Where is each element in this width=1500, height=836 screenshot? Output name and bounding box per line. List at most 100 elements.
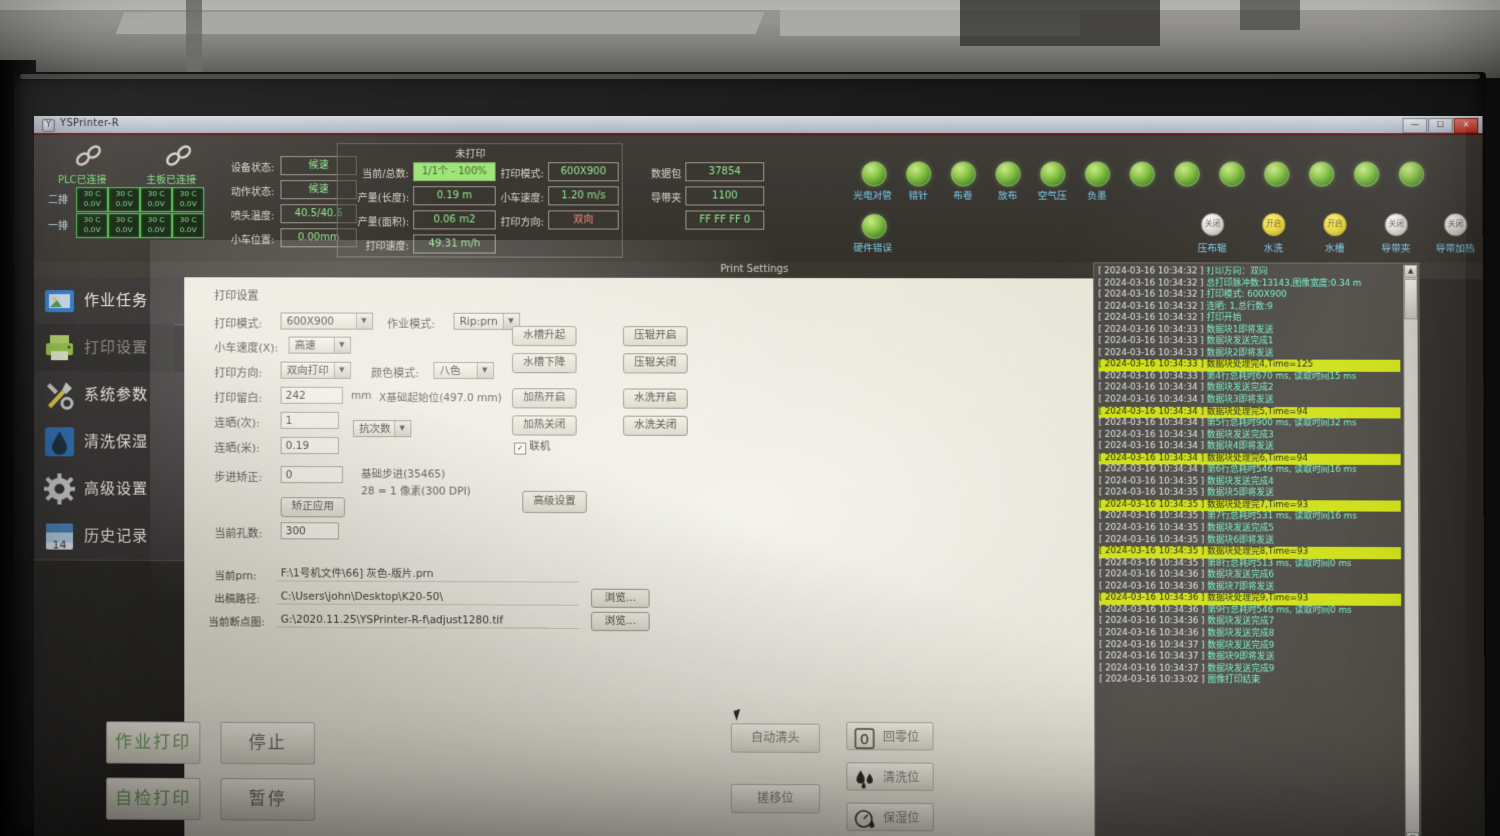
log-message: 数据块9即将发送 — [1207, 651, 1275, 663]
print-direction-select[interactable]: 双向打印 ▼ — [280, 361, 351, 379]
color-mode-select[interactable]: 八色 ▼ — [433, 361, 494, 380]
toggle-water-tank[interactable]: 开启 — [1323, 213, 1347, 237]
margin-note: X基础起始位(497.0 mm) — [379, 391, 502, 405]
log-timestamp: [ 2024-03-16 10:34:34 ] — [1098, 406, 1207, 417]
log-line: [ 2024-03-16 10:34:35 ] 数据块发送完成5 — [1099, 523, 1401, 536]
clean-position-button[interactable]: 清洗位 — [846, 762, 934, 791]
action-status-label: 动作状态: — [230, 187, 275, 199]
step-correction-input[interactable]: 0 — [280, 465, 343, 484]
browse-breakpoint-button[interactable]: 浏览... — [591, 611, 650, 632]
lamp-label-air-pressure: 空气压 — [1037, 190, 1067, 202]
temp-cell[interactable]: 30 C 0.0V — [76, 187, 109, 213]
log-panel[interactable]: [ 2024-03-16 10:34:32 ] 打印方向：双向[ 2024-03… — [1093, 262, 1422, 836]
pause-button[interactable]: 暂停 — [220, 778, 315, 821]
lamp-label-cloth-roll: 布卷 — [953, 190, 973, 202]
chevron-down-icon[interactable]: ▼ — [333, 337, 349, 353]
water-tank-down-button[interactable]: 水槽下降 — [511, 353, 577, 374]
lamp-air-pressure — [1039, 161, 1066, 187]
sidebar-item-advanced[interactable]: 高级设置 — [33, 465, 185, 514]
browse-output-button[interactable]: 浏览... — [590, 588, 650, 609]
log-line: [ 2024-03-16 10:34:34 ] 数据块4即将发送 — [1099, 441, 1401, 453]
maximize-button[interactable]: ☐ — [1428, 118, 1453, 134]
log-message: 数据块5即将发送 — [1206, 488, 1274, 499]
temp-cell[interactable]: 30 C 0.0V — [140, 213, 173, 239]
heating-on-button[interactable]: 加热开启 — [512, 388, 577, 409]
print-mode-select[interactable]: 600X900 ▼ — [280, 312, 374, 330]
press-roller-off-button[interactable]: 压辊关闭 — [622, 353, 688, 374]
carriage-speed-select[interactable]: 高速 ▼ — [288, 336, 351, 354]
log-line: [ 2024-03-16 10:34:34 ] 数据块3即将发送 — [1099, 395, 1401, 407]
log-message: 第4行总耗时670 ms, 读取时间15 ms — [1206, 371, 1357, 382]
water-wash-off-button[interactable]: 水洗关闭 — [623, 415, 688, 436]
job-print-button[interactable]: 作业打印 — [106, 721, 201, 764]
humidify-position-button[interactable]: 保湿位 — [846, 802, 934, 832]
auto-clean-head-button[interactable]: 自动清头 — [730, 723, 820, 753]
toggle-press-roller[interactable]: 关闭 — [1200, 212, 1225, 237]
current-prn-label: 当前prn: — [214, 570, 257, 583]
temp-cell[interactable]: 30 C 0.0V — [108, 187, 141, 213]
apply-correction-button[interactable]: 矫正应用 — [280, 497, 345, 518]
repeat-count-input[interactable]: 1 — [280, 411, 339, 430]
carriage-speed-value: 1.20 m/s — [548, 186, 619, 206]
window-controls[interactable]: — ☐ ✕ — [1402, 118, 1479, 134]
toggle-belt-heat[interactable]: 关闭 — [1443, 213, 1468, 237]
print-speed-label: 打印速度: — [365, 241, 410, 253]
calendar-icon: 14 — [44, 520, 75, 552]
repeat-length-input[interactable]: 0.19 — [280, 436, 339, 455]
color-mode-label: 颜色模式: — [371, 366, 420, 380]
zero-position-button[interactable]: 0 回零位 — [846, 721, 934, 751]
water-tank-up-button[interactable]: 水槽升起 — [511, 325, 577, 347]
self-test-print-button[interactable]: 自检打印 — [106, 777, 201, 821]
water-wash-on-button[interactable]: 水洗开启 — [623, 388, 688, 409]
sidebar-item-clean-humidify[interactable]: 清洗保湿 — [33, 418, 185, 467]
chevron-down-icon[interactable]: ▼ — [394, 421, 410, 437]
base-step-note: 基础步进(35465) — [361, 468, 446, 481]
feather-select[interactable]: 抗次数 ▼ — [352, 420, 412, 438]
job-mode-select[interactable]: Rip:prn ▼ — [453, 312, 521, 330]
toggle-label-water-tank: 水槽 — [1324, 243, 1345, 255]
heating-off-button[interactable]: 加热关闭 — [512, 415, 577, 436]
chevron-down-icon[interactable]: ▼ — [476, 363, 492, 379]
lamp-feed-cloth — [995, 161, 1021, 187]
margin-input[interactable]: 242 — [280, 386, 343, 404]
log-line: [ 2024-03-16 10:34:35 ] 数据块5即将发送 — [1099, 488, 1401, 501]
scrollbar-thumb[interactable] — [1404, 278, 1418, 320]
scroll-down-icon[interactable]: ▼ — [1406, 832, 1420, 836]
sidebar-item-jobs[interactable]: 作业任务 — [33, 277, 185, 326]
log-scrollbar[interactable]: ▲ ▼ — [1403, 264, 1420, 836]
minimize-button[interactable]: — — [1402, 118, 1428, 134]
toggle-belt-clamp[interactable]: 关闭 — [1384, 213, 1409, 237]
log-message: 数据块发送完成9 — [1207, 663, 1275, 674]
color-mode-value: 八色 — [439, 364, 461, 378]
margin-label: 打印留白: — [214, 391, 263, 405]
scroll-up-icon[interactable]: ▲ — [1404, 264, 1418, 278]
sidebar-item-system-params[interactable]: 系统参数 — [33, 371, 185, 420]
sidebar-item-label: 历史记录 — [84, 526, 149, 545]
chevron-down-icon[interactable]: ▼ — [333, 362, 349, 378]
log-timestamp: [ 2024-03-16 10:34:35 ] — [1098, 522, 1208, 534]
temp-cell[interactable]: 30 C 0.0V — [76, 213, 109, 239]
log-timestamp: [ 2024-03-16 10:34:33 ] — [1098, 324, 1207, 335]
printer-icon — [44, 332, 75, 363]
online-checkbox[interactable]: ✓ 联机 — [514, 438, 550, 455]
print-mode-value: 600X900 — [548, 162, 619, 182]
belt-clamp-label: 导带夹 — [651, 193, 682, 205]
chevron-down-icon[interactable]: ▼ — [355, 313, 372, 329]
temp-cell[interactable]: 30 C 0.0V — [108, 213, 141, 239]
nozzle-holes-input[interactable]: 300 — [280, 522, 339, 540]
log-timestamp: [ 2024-03-16 10:34:33 ] — [1098, 347, 1207, 359]
stop-button[interactable]: 停止 — [220, 721, 315, 765]
water-drop-icon — [44, 426, 75, 457]
sidebar-item-label: 系统参数 — [84, 385, 149, 404]
press-roller-on-button[interactable]: 压辊开启 — [622, 326, 688, 347]
temp-cell[interactable]: 30 C 0.0V — [140, 187, 173, 213]
advanced-settings-button[interactable]: 高级设置 — [522, 490, 587, 514]
shift-position-button[interactable]: 搓移位 — [730, 783, 821, 814]
log-timestamp: [ 2024-03-16 10:34:35 ] — [1098, 499, 1207, 510]
toggle-water-wash[interactable]: 开启 — [1262, 212, 1286, 237]
lamp-negative-ink — [1084, 161, 1111, 187]
sidebar-item-print-settings[interactable]: 打印设置 — [33, 324, 175, 372]
close-button[interactable]: ✕ — [1453, 118, 1479, 134]
log-line: [ 2024-03-16 10:34:33 ] 数据块处理完4,Time=125 — [1098, 359, 1401, 372]
sidebar-item-history[interactable]: 14 历史记录 — [33, 512, 185, 562]
